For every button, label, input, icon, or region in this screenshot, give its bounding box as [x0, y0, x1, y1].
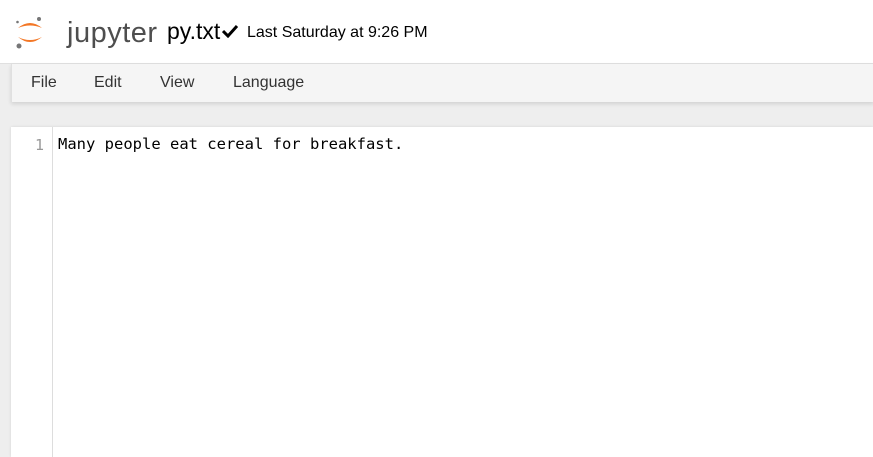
editor-line[interactable]: Many people eat cereal for breakfast. — [58, 135, 403, 153]
menu-language[interactable]: Language — [233, 74, 304, 92]
menu-edit[interactable]: Edit — [94, 74, 122, 92]
menu-file[interactable]: File — [31, 74, 57, 92]
last-saved-status: Last Saturday at 9:26 PM — [247, 24, 428, 41]
jupyter-logo[interactable]: jupyter — [15, 15, 157, 51]
menu-view[interactable]: View — [160, 74, 194, 92]
menu-bar: File Edit View Language — [11, 64, 873, 102]
line-number: 1 — [34, 136, 44, 154]
text-editor[interactable]: 1 Many people eat cereal for breakfast. — [11, 127, 873, 457]
jupyter-logo-icon — [16, 17, 42, 49]
logo-text: jupyter — [67, 17, 158, 49]
checkmark-icon — [222, 24, 238, 38]
header: jupyter py.txt Last Saturday at 9:26 PM — [0, 0, 873, 64]
file-name[interactable]: py.txt — [167, 18, 220, 45]
line-number-gutter: 1 — [11, 127, 53, 457]
